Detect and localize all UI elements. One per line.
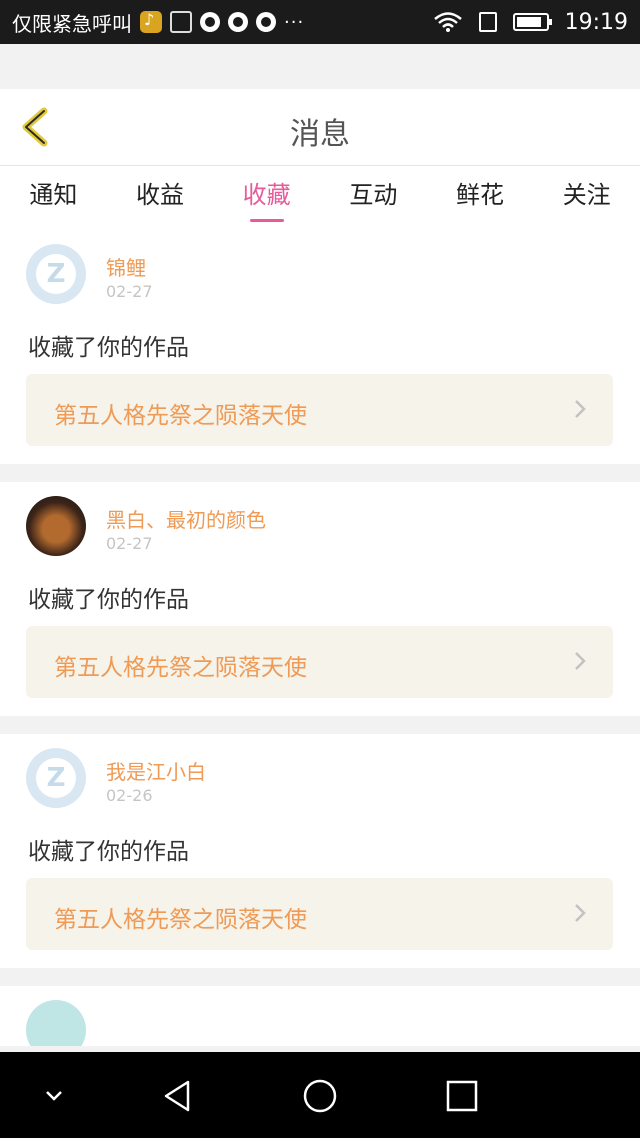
message-date: 02-27: [106, 534, 153, 553]
message-date: 02-26: [106, 786, 153, 805]
header: 消息: [0, 89, 640, 166]
qq-icon: [256, 12, 276, 32]
work-link[interactable]: 第五人格先祭之陨落天使: [26, 626, 613, 698]
recents-nav-icon[interactable]: [444, 1078, 480, 1114]
avatar[interactable]: Z: [26, 496, 86, 556]
tab-follow[interactable]: 关注: [533, 166, 640, 230]
tab-notice[interactable]: 通知: [0, 166, 107, 230]
chevron-right-icon: [575, 904, 586, 922]
sim-icon: [478, 12, 497, 32]
avatar[interactable]: Z: [26, 748, 86, 808]
carrier-text: 仅限紧急呼叫: [12, 11, 132, 36]
tab-earnings[interactable]: 收益: [107, 166, 214, 230]
qq-icon: [200, 12, 220, 32]
message-list: Z 锦鲤 02-27 收藏了你的作品 第五人格先祭之陨落天使 Z 黑白、最初的颜…: [0, 230, 640, 1064]
username[interactable]: 锦鲤: [106, 252, 146, 281]
action-text: 收藏了你的作品: [28, 335, 189, 361]
tab-flowers[interactable]: 鲜花: [427, 166, 534, 230]
list-item: Z 黑白、最初的颜色 02-27 收藏了你的作品 第五人格先祭之陨落天使: [0, 482, 640, 716]
message-date: 02-27: [106, 282, 153, 301]
system-nav-bar: [0, 1052, 640, 1138]
work-title: 第五人格先祭之陨落天使: [54, 655, 307, 681]
tab-favorites[interactable]: 收藏: [213, 166, 320, 230]
battery-icon: [512, 13, 552, 31]
status-bar: 仅限紧急呼叫 ··· 19:19: [0, 0, 640, 44]
tab-interactions[interactable]: 互动: [320, 166, 427, 230]
work-link[interactable]: 第五人格先祭之陨落天使: [26, 374, 613, 446]
work-title: 第五人格先祭之陨落天使: [54, 907, 307, 933]
action-text: 收藏了你的作品: [28, 587, 189, 613]
work-title: 第五人格先祭之陨落天使: [54, 403, 307, 429]
avatar[interactable]: [26, 1000, 86, 1046]
music-app-icon: [140, 10, 162, 33]
page-title: 消息: [290, 117, 350, 152]
list-item: Z 锦鲤 02-27 收藏了你的作品 第五人格先祭之陨落天使: [0, 230, 640, 464]
avatar[interactable]: Z: [26, 244, 86, 304]
action-text: 收藏了你的作品: [28, 839, 189, 865]
list-item: Z 我是江小白 02-26 收藏了你的作品 第五人格先祭之陨落天使: [0, 734, 640, 968]
chevron-right-icon: [575, 652, 586, 670]
wifi-icon: [433, 12, 462, 32]
chevron-right-icon: [575, 400, 586, 418]
hide-nav-chevron-icon[interactable]: [36, 1078, 72, 1114]
work-link[interactable]: 第五人格先祭之陨落天使: [26, 878, 613, 950]
image-icon: [170, 11, 192, 33]
more-notifications-indicator: ···: [284, 11, 305, 33]
username[interactable]: 我是江小白: [106, 756, 206, 785]
list-item: [0, 986, 640, 1046]
qq-icon: [228, 12, 248, 32]
back-nav-icon[interactable]: [160, 1078, 196, 1114]
clock: 19:19: [564, 9, 628, 35]
tab-bar: 通知 收益 收藏 互动 鲜花 关注: [0, 166, 640, 230]
username[interactable]: 黑白、最初的颜色: [106, 504, 266, 533]
home-nav-icon[interactable]: [302, 1078, 338, 1114]
